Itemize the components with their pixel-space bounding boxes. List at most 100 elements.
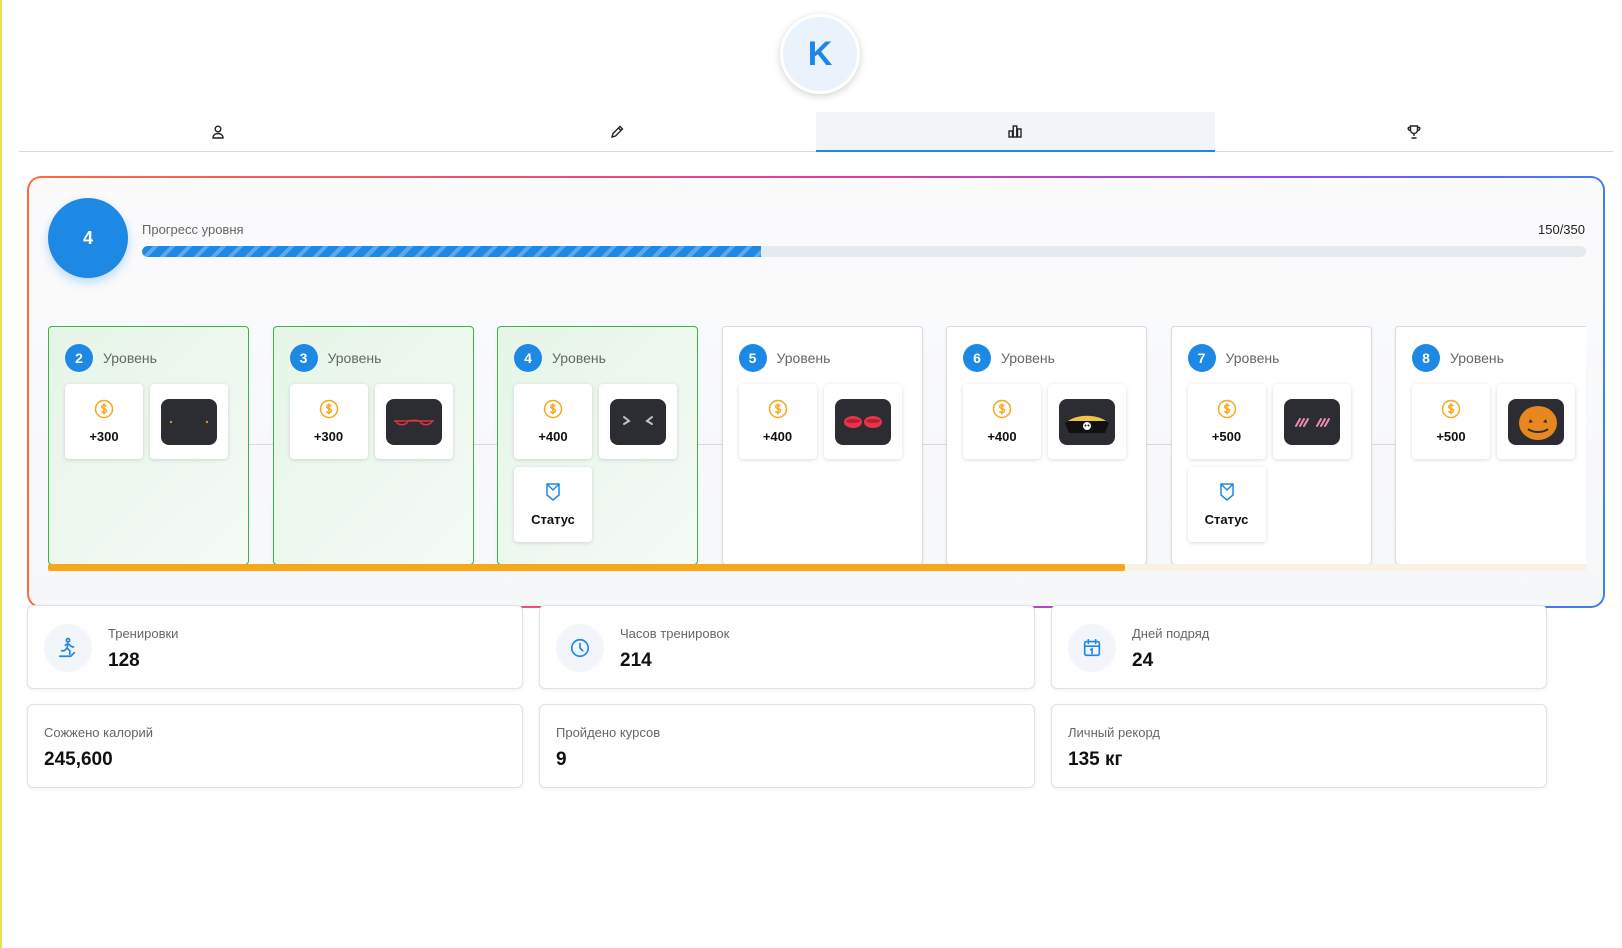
item-reward[interactable]	[374, 384, 453, 459]
stat-label: Тренировки	[108, 626, 179, 641]
level-card-4[interactable]: 4 Уровень +400 Статус	[497, 326, 698, 565]
level-header: 4 Уровень	[514, 344, 606, 372]
level-card-7[interactable]: 7 Уровень +500 Статус	[1170, 326, 1372, 565]
shield-icon	[546, 483, 560, 501]
status-reward[interactable]: Статус	[1187, 467, 1266, 542]
coin-reward[interactable]: +300	[289, 384, 368, 459]
coin-icon	[768, 399, 787, 419]
level-card-2[interactable]: 2 Уровень +300	[48, 326, 249, 565]
pumpkin-item	[1508, 398, 1564, 445]
level-header: 2 Уровень	[65, 344, 157, 372]
stat-label: Сожжено калорий	[44, 725, 154, 740]
coin-amount: +500	[1436, 429, 1466, 444]
level-word: Уровень	[1001, 350, 1055, 366]
level-progress-card: 4 Прогресс уровня 150/350 2 Уровень +300 3 У…	[27, 176, 1605, 608]
level-word: Уровень	[1450, 350, 1504, 366]
stat-label: Пройдено курсов	[556, 725, 661, 740]
level-card-3[interactable]: 3 Уровень +300	[272, 326, 474, 565]
level-word: Уровень	[776, 350, 831, 366]
level-number: 3	[289, 344, 318, 372]
profile-tabs	[19, 112, 1613, 152]
coin-reward[interactable]: +500	[1412, 384, 1490, 459]
stat-icon-wrap	[1068, 624, 1116, 672]
level-number: 6	[963, 344, 991, 372]
stat-value: 128	[108, 650, 140, 671]
levels-scrollbar-thumb[interactable]	[48, 564, 1125, 571]
level-number: 4	[514, 344, 542, 372]
level-header: 8 Уровень	[1412, 344, 1504, 372]
coin-amount: +400	[987, 429, 1017, 444]
level-number: 8	[1412, 344, 1440, 372]
trophy-icon	[1407, 125, 1421, 139]
avatar-letter: K	[807, 34, 833, 73]
stat-card-streak: Дней подряд 24	[1051, 605, 1547, 689]
item-reward[interactable]	[1272, 384, 1351, 459]
treadmill-icon	[58, 637, 76, 658]
level-word: Уровень	[1225, 350, 1280, 366]
levels-scrollbar[interactable]	[48, 564, 1586, 571]
level-number: 5	[738, 344, 767, 372]
stat-card-workouts: Тренировки 128	[27, 605, 523, 689]
coin-amount: +500	[1211, 429, 1242, 444]
current-level-badge: 4	[48, 198, 128, 278]
avatar[interactable]: K	[780, 14, 860, 94]
level-card-5[interactable]: 5 Уровень +400	[721, 326, 923, 565]
tab-achievements[interactable]	[1215, 112, 1614, 152]
level-card-6[interactable]: 6 Уровень +400	[946, 326, 1147, 565]
coin-reward[interactable]: +300	[65, 384, 143, 459]
level-number: 7	[1187, 344, 1216, 372]
stat-card-courses: Пройдено курсов 9	[539, 704, 1035, 788]
coin-icon	[94, 399, 114, 419]
level-header: 6 Уровень	[963, 344, 1055, 372]
stat-card-hours: Часов тренировок 214	[539, 605, 1035, 689]
stat-card-record: Личный рекорд 135 кг	[1051, 704, 1547, 788]
angry-eyes-item	[610, 398, 666, 445]
pencil-icon	[610, 125, 624, 139]
tab-profile[interactable]	[19, 112, 418, 152]
coin-reward[interactable]: +400	[963, 384, 1041, 459]
level-header: 5 Уровень	[738, 344, 831, 372]
item-reward[interactable]	[823, 384, 902, 459]
stat-icon-wrap	[556, 624, 604, 672]
coin-icon	[543, 399, 563, 419]
coin-icon	[319, 399, 338, 419]
stat-value: 214	[620, 650, 652, 671]
stat-label: Часов тренировок	[620, 626, 730, 641]
level-word: Уровень	[103, 350, 157, 366]
item-reward[interactable]	[1048, 384, 1126, 459]
status-reward[interactable]: Статус	[514, 467, 592, 542]
stat-value: 245,600	[44, 749, 113, 770]
level-number: 2	[65, 344, 93, 372]
status-label: Статус	[531, 512, 575, 527]
coin-icon	[1217, 399, 1236, 419]
stat-value: 24	[1132, 650, 1154, 671]
level-progress-fill	[142, 246, 761, 257]
stat-value: 9	[556, 749, 567, 770]
item-reward[interactable]	[150, 384, 228, 459]
pink-stripes-item	[1283, 398, 1340, 445]
eyes-dots-item	[161, 398, 217, 445]
coin-reward[interactable]: +500	[1187, 384, 1266, 459]
coin-amount: +400	[538, 429, 568, 444]
level-header: 3 Уровень	[289, 344, 381, 372]
tab-edit[interactable]	[418, 112, 817, 152]
level-progress-bar	[142, 246, 1586, 257]
level-header: 7 Уровень	[1187, 344, 1280, 372]
level-card-8[interactable]: 8 Уровень +500	[1395, 326, 1586, 565]
coin-icon	[1441, 399, 1461, 419]
stats-icon	[1008, 125, 1022, 138]
coin-reward[interactable]: +400	[738, 384, 817, 459]
clock-icon	[570, 638, 590, 658]
progress-label: Прогресс уровня	[142, 222, 244, 237]
red-glasses-item	[385, 398, 442, 445]
progress-value: 150/350	[1538, 222, 1585, 237]
tab-stats[interactable]	[816, 112, 1215, 152]
coin-reward[interactable]: +400	[514, 384, 592, 459]
levels-track[interactable]: 2 Уровень +300 3 Уровень +300 4 Уровень +400 Стат…	[48, 326, 1586, 566]
item-reward[interactable]	[1497, 384, 1575, 459]
coin-amount: +300	[89, 429, 119, 444]
user-icon	[212, 125, 224, 139]
calendar-icon	[1083, 638, 1101, 657]
item-reward[interactable]	[599, 384, 677, 459]
coin-icon	[992, 399, 1012, 419]
